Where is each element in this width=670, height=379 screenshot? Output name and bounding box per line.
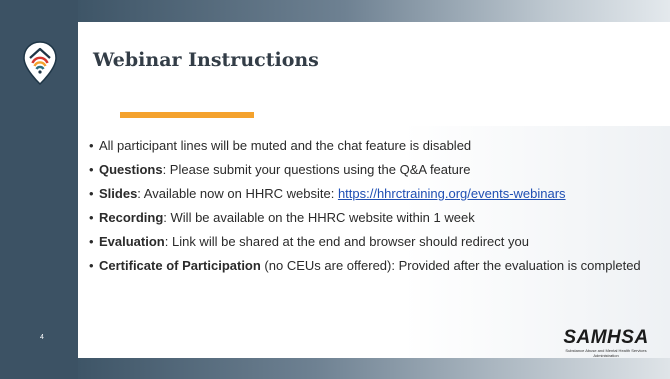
list-item: • Evaluation: Link will be shared at the …: [89, 233, 645, 250]
list-item: • Slides: Available now on HHRC website: …: [89, 185, 645, 202]
bottom-gradient-strip: [78, 358, 670, 379]
bullet-dot: •: [89, 162, 94, 177]
bullet-text: : Link will be shared at the end and bro…: [164, 234, 529, 249]
list-item: • Certificate of Participation (no CEUs a…: [89, 257, 645, 274]
bullet-dot: •: [89, 186, 94, 201]
list-item: • All participant lines will be muted and…: [89, 137, 645, 154]
bullet-dot: •: [89, 258, 94, 273]
bullet-label: Recording: [99, 210, 164, 225]
bullet-text: (no CEUs are offered): Provided after th…: [260, 258, 641, 273]
bullet-dot: •: [89, 210, 94, 225]
page-number: 4: [40, 334, 44, 341]
top-gradient-strip: [78, 0, 670, 22]
bullet-label: Evaluation: [99, 234, 165, 249]
bullet-label: Questions: [99, 162, 163, 177]
bullet-dot: •: [89, 138, 94, 153]
bullet-text: : Available now on HHRC website:: [137, 186, 338, 201]
location-pin-house-icon: [23, 41, 57, 85]
samhsa-logo-subtitle: Substance Abuse and Mental Health Servic…: [565, 348, 647, 358]
bullet-label: Slides: [99, 186, 138, 201]
list-item: • Questions: Please submit your questions…: [89, 161, 645, 178]
page-title: Webinar Instructions: [93, 49, 319, 71]
samhsa-logo-wordmark: SAMHSA: [563, 327, 649, 348]
bullet-text: : Please submit your questions using the…: [162, 162, 471, 177]
webinars-link[interactable]: https://hhrctraining.org/events-webinars: [338, 186, 566, 201]
slide: Webinar Instructions • All participant li…: [0, 0, 670, 379]
bullet-text: All participant lines will be muted and …: [99, 138, 472, 153]
instruction-list: • All participant lines will be muted and…: [89, 137, 645, 281]
samhsa-logo: SAMHSA Substance Abuse and Mental Health…: [560, 328, 652, 360]
title-accent-bar: [120, 112, 254, 118]
bullet-dot: •: [89, 234, 94, 249]
bullet-label: Certificate of Participation: [99, 258, 261, 273]
bullet-text: : Will be available on the HHRC website …: [163, 210, 475, 225]
list-item: • Recording: Will be available on the HHR…: [89, 209, 645, 226]
